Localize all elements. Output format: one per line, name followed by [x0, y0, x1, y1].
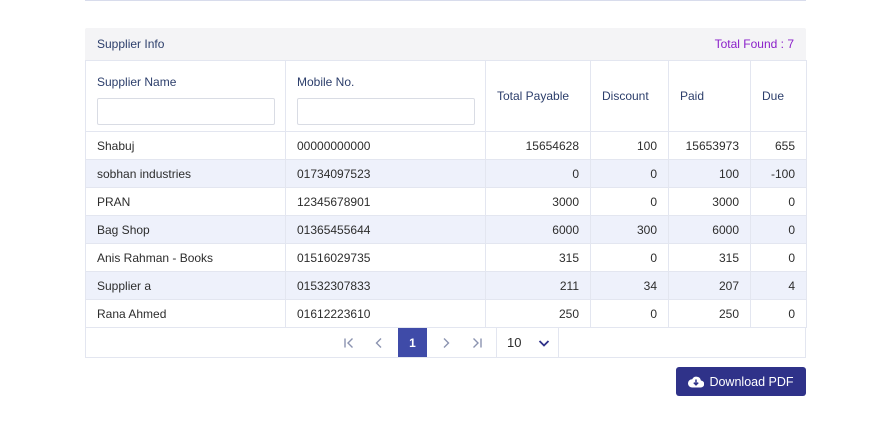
due-cell: 4 [750, 271, 807, 300]
discount-cell: 0 [590, 159, 669, 188]
due-cell: 0 [750, 299, 807, 328]
table-row[interactable]: Bag Shop 01365455644 6000 300 6000 0 [85, 215, 807, 244]
due-cell: 0 [750, 243, 807, 272]
table-row[interactable]: sobhan industries 01734097523 0 0 100 -100 [85, 159, 807, 188]
chevron-down-icon [538, 340, 550, 347]
column-header-due[interactable]: Due [750, 60, 807, 132]
page-size-select[interactable]: 10 [496, 328, 559, 357]
table-row[interactable]: Shabuj 00000000000 15654628 100 15653973 655 [85, 131, 807, 160]
supplier-name-cell: Bag Shop [85, 215, 286, 244]
table-row[interactable]: Anis Rahman - Books 01516029735 315 0 315 0 [85, 243, 807, 272]
discount-cell: 34 [590, 271, 669, 300]
supplier-name-cell: sobhan industries [85, 159, 286, 188]
download-pdf-button[interactable]: Download PDF [676, 367, 806, 396]
paid-cell: 315 [668, 243, 751, 272]
mobile-no-cell: 12345678901 [285, 187, 486, 216]
supplier-name-cell: Anis Rahman - Books [85, 243, 286, 272]
paid-cell: 6000 [668, 215, 751, 244]
discount-cell: 300 [590, 215, 669, 244]
due-cell: -100 [750, 159, 807, 188]
top-divider [85, 0, 806, 1]
cloud-download-icon [688, 376, 705, 388]
column-label: Mobile No. [297, 75, 355, 89]
supplier-table: Supplier Name Mobile No. Total Payable D… [85, 60, 807, 328]
paid-cell: 250 [668, 299, 751, 328]
due-cell: 0 [750, 187, 807, 216]
column-header-paid[interactable]: Paid [668, 60, 751, 132]
mobile-no-cell: 01516029735 [285, 243, 486, 272]
table-body: Shabuj 00000000000 15654628 100 15653973 655 s… [85, 131, 807, 328]
table-row[interactable]: PRAN 12345678901 3000 0 3000 0 [85, 187, 807, 216]
due-cell: 0 [750, 215, 807, 244]
mobile-no-filter-input[interactable] [297, 98, 475, 125]
supplier-info-card: Supplier Info Total Found : 7 Supplier N… [85, 28, 807, 358]
total-payable-cell: 3000 [485, 187, 591, 216]
column-header-supplier-name: Supplier Name [85, 60, 286, 132]
pagination-bar: 1 10 [85, 328, 806, 358]
card-header: Supplier Info Total Found : 7 [85, 28, 806, 60]
column-label: Supplier Name [97, 75, 177, 89]
paid-cell: 15653973 [668, 131, 751, 160]
mobile-no-cell: 00000000000 [285, 131, 486, 160]
total-payable-cell: 315 [485, 243, 591, 272]
card-title: Supplier Info [97, 37, 165, 51]
mobile-no-cell: 01734097523 [285, 159, 486, 188]
paid-cell: 100 [668, 159, 751, 188]
supplier-name-cell: PRAN [85, 187, 286, 216]
paid-cell: 3000 [668, 187, 751, 216]
discount-cell: 0 [590, 187, 669, 216]
mobile-no-cell: 01532307833 [285, 271, 486, 300]
table-header-row: Supplier Name Mobile No. Total Payable D… [85, 60, 807, 132]
paid-cell: 207 [668, 271, 751, 300]
total-payable-cell: 250 [485, 299, 591, 328]
total-payable-cell: 0 [485, 159, 591, 188]
supplier-name-cell: Rana Ahmed [85, 299, 286, 328]
download-pdf-label: Download PDF [709, 374, 794, 389]
mobile-no-cell: 01365455644 [285, 215, 486, 244]
next-page-icon[interactable] [431, 328, 461, 357]
first-page-icon[interactable] [334, 328, 364, 357]
column-header-total-payable[interactable]: Total Payable [485, 60, 591, 132]
column-header-mobile-no: Mobile No. [285, 60, 486, 132]
page-number-current[interactable]: 1 [398, 328, 427, 357]
total-payable-cell: 211 [485, 271, 591, 300]
table-row[interactable]: Supplier a 01532307833 211 34 207 4 [85, 271, 807, 300]
page-size-value: 10 [507, 335, 522, 350]
mobile-no-cell: 01612223610 [285, 299, 486, 328]
discount-cell: 0 [590, 243, 669, 272]
total-payable-cell: 15654628 [485, 131, 591, 160]
discount-cell: 100 [590, 131, 669, 160]
total-found-count: Total Found : 7 [714, 37, 794, 51]
supplier-name-filter-input[interactable] [97, 98, 275, 125]
discount-cell: 0 [590, 299, 669, 328]
column-header-discount[interactable]: Discount [590, 60, 669, 132]
supplier-name-cell: Supplier a [85, 271, 286, 300]
due-cell: 655 [750, 131, 807, 160]
supplier-name-cell: Shabuj [85, 131, 286, 160]
total-payable-cell: 6000 [485, 215, 591, 244]
last-page-icon[interactable] [462, 328, 492, 357]
prev-page-icon[interactable] [364, 328, 394, 357]
table-row[interactable]: Rana Ahmed 01612223610 250 0 250 0 [85, 299, 807, 328]
